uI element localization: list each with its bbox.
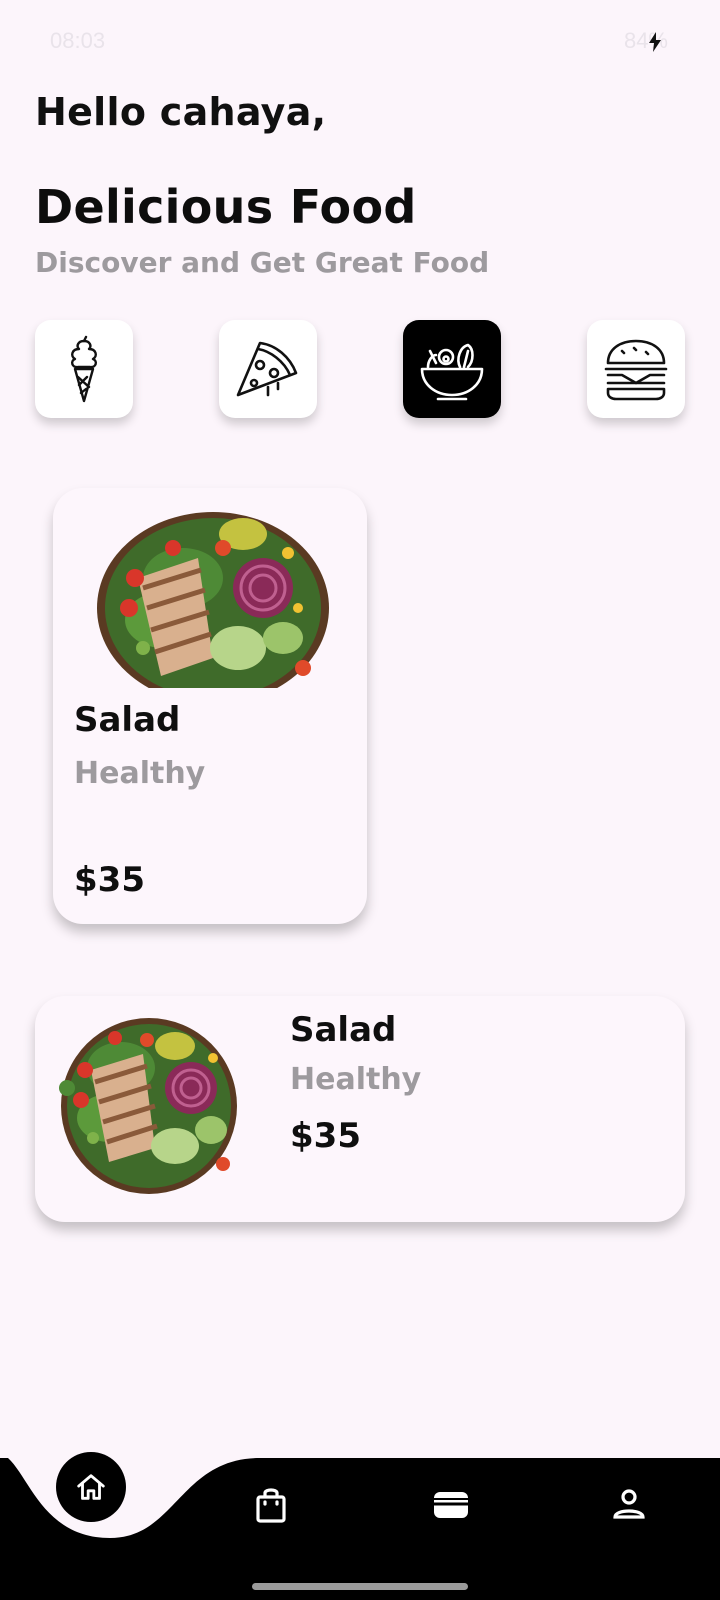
page-subtitle: Discover and Get Great Food (35, 246, 490, 279)
wallet-icon (434, 1492, 468, 1518)
nav-profile-button[interactable] (604, 1480, 654, 1530)
profile-icon (613, 1489, 645, 1519)
home-icon (77, 1474, 105, 1500)
category-salad[interactable] (403, 320, 501, 418)
salad-image (51, 1008, 241, 1198)
food-card-featured[interactable]: Salad Healthy $35 (53, 488, 367, 924)
status-time: 08:03 (50, 28, 106, 53)
nav-orders-button[interactable] (246, 1480, 296, 1530)
shopping-bag-icon (256, 1488, 286, 1523)
gesture-bar[interactable] (252, 1583, 468, 1590)
burger-icon (604, 339, 668, 401)
category-pizza[interactable] (219, 320, 317, 418)
pizza-icon (236, 341, 298, 397)
salad-image (83, 508, 333, 688)
category-ice-cream[interactable] (35, 320, 133, 418)
nav-wallet-button[interactable] (426, 1480, 476, 1530)
food-name: Salad (74, 700, 181, 740)
nav-home-button[interactable] (56, 1452, 126, 1522)
food-card-list[interactable]: Salad Healthy $35 (35, 996, 685, 1222)
food-price: $35 (290, 1116, 361, 1156)
ice-cream-icon (70, 335, 98, 403)
page-title: Delicious Food (35, 180, 417, 234)
status-bar: 08:03 84% (0, 0, 720, 80)
food-price: $35 (74, 860, 145, 900)
charging-icon (649, 32, 661, 52)
food-tag: Healthy (74, 756, 206, 791)
salad-bowl-icon (420, 343, 484, 401)
food-tag: Healthy (290, 1062, 422, 1097)
category-burger[interactable] (587, 320, 685, 418)
food-name: Salad (290, 1010, 397, 1050)
category-row (35, 320, 685, 420)
greeting: Hello cahaya, (35, 90, 327, 134)
